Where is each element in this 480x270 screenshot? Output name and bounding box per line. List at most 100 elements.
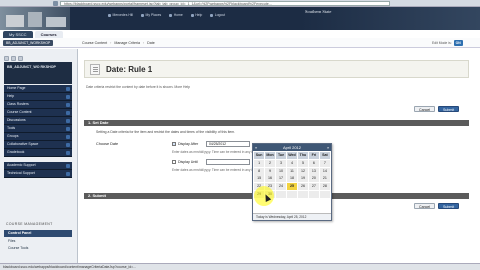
top-links: Mercedes Hill My Places Home Help Logout: [108, 12, 225, 18]
sidebar-item-label: Groups: [7, 134, 19, 138]
chevron-icon: [66, 118, 70, 123]
calendar-day[interactable]: 25: [286, 183, 298, 191]
calendar-day[interactable]: 6: [308, 159, 320, 167]
calendar-empty-cell: [308, 190, 320, 198]
choose-date-label: Choose Date: [96, 142, 119, 146]
calendar-month-label: April 2012: [253, 144, 331, 151]
display-after-date-input[interactable]: 04/25/2012: [206, 141, 250, 147]
calendar-day[interactable]: 13: [308, 167, 320, 175]
sidebar-item-label: Gradebook: [7, 150, 25, 154]
edit-mode-toggle[interactable]: Edit Mode is: ON: [432, 40, 463, 46]
brand-logo: Southern State: [305, 9, 332, 14]
control-panel-item-course-tools[interactable]: Course Tools: [8, 246, 28, 250]
display-until-date-input[interactable]: [206, 159, 250, 165]
cancel-button[interactable]: Cancel: [414, 106, 436, 112]
calendar-today-label[interactable]: Today is Wednesday, April 25, 2012: [253, 213, 331, 220]
sidebar-item-help[interactable]: Help: [4, 93, 72, 101]
tab-my-sscc[interactable]: My SSCC: [3, 31, 33, 38]
breadcrumb-course[interactable]: BB_ADJUNCT_WORKSHOP: [3, 40, 54, 46]
calendar-day-of-week: Mon: [264, 152, 276, 159]
calendar-day[interactable]: 28: [319, 183, 330, 191]
breadcrumb-manage-criteria[interactable]: Manage Criteria: [114, 40, 140, 46]
add-icon[interactable]: [4, 56, 9, 61]
submit-button[interactable]: Submit: [438, 106, 460, 112]
sidebar-item-home-page[interactable]: Home Page: [4, 85, 72, 93]
calendar-day[interactable]: 8: [254, 167, 265, 175]
calendar-day[interactable]: 14: [319, 167, 330, 175]
calendar-empty-cell: [297, 190, 309, 198]
chevron-icon: [66, 110, 70, 115]
breadcrumb-course-content[interactable]: Course Content: [82, 40, 107, 46]
breadcrumb: Course Content › Manage Criteria › Date: [82, 40, 155, 46]
control-panel-header[interactable]: Control Panel: [4, 230, 72, 237]
display-after-label: Display After: [178, 141, 199, 146]
address-bar[interactable]: https://blackboard.sscc.edu/webapps/port…: [60, 1, 390, 6]
submit-button-bottom[interactable]: Submit: [438, 203, 460, 209]
calendar-day-of-week: Wed: [286, 152, 298, 159]
calendar-day[interactable]: 20: [308, 175, 320, 183]
calendar-day[interactable]: 24: [275, 183, 287, 191]
calendar-day[interactable]: 5: [297, 159, 309, 167]
top-link-help[interactable]: Help: [190, 13, 202, 17]
tab-courses[interactable]: Courses: [34, 31, 63, 38]
calendar-day[interactable]: 7: [319, 159, 330, 167]
sidebar-item-tools[interactable]: Tools: [4, 125, 72, 133]
top-link-home[interactable]: Home: [169, 13, 183, 17]
sidebar-item-label: Course Content: [7, 110, 32, 114]
top-link-label: My Places: [145, 13, 162, 17]
course-menu-header[interactable]: BB_ADJUNCT_WO RKSHOP: [4, 62, 72, 84]
chevron-icon: [66, 171, 70, 176]
display-until-checkbox[interactable]: [172, 160, 176, 164]
calendar-day[interactable]: 15: [254, 175, 265, 183]
display-after-checkbox[interactable]: [172, 142, 176, 146]
calendar-day[interactable]: 19: [297, 175, 309, 183]
logout-icon: [210, 13, 214, 17]
calendar-day[interactable]: 1: [254, 159, 265, 167]
screen: https://blackboard.sscc.edu/webapps/port…: [0, 0, 480, 270]
top-link-label: Home: [173, 13, 183, 17]
sidebar-item-collaborative-space[interactable]: Collaborative Space: [4, 141, 72, 149]
calendar-day[interactable]: 11: [286, 167, 298, 175]
control-panel-item-files[interactable]: Files: [8, 239, 15, 243]
top-link-user[interactable]: Mercedes Hill: [108, 13, 133, 17]
sidebar-item-discussions[interactable]: Discussions: [4, 117, 72, 125]
calendar-day[interactable]: 21: [319, 175, 330, 183]
sidebar-item-gradebook[interactable]: Gradebook: [4, 149, 72, 157]
calendar-day[interactable]: 2: [264, 159, 276, 167]
sidebar-item-label: Technical Support: [7, 171, 35, 175]
course-management-label: COURSE MANAGEMENT: [6, 222, 53, 226]
sidebar-item-course-content[interactable]: Course Content: [4, 109, 72, 117]
edit-mode-label: Edit Mode is:: [432, 41, 452, 45]
calendar-day[interactable]: 10: [275, 167, 287, 175]
breadcrumb-bar: [0, 38, 480, 48]
chevron-icon: [66, 150, 70, 155]
sidebar-item-groups[interactable]: Groups: [4, 133, 72, 141]
edit-mode-value: ON: [453, 40, 463, 46]
calendar-day[interactable]: 4: [286, 159, 298, 167]
sidebar-item-academic-support[interactable]: Academic Support: [4, 162, 72, 170]
sidebar-item-technical-support[interactable]: Technical Support: [4, 170, 72, 178]
sidebar-item-label: Tools: [7, 126, 16, 130]
refresh-icon[interactable]: [11, 56, 16, 61]
calendar-day[interactable]: 9: [264, 167, 276, 175]
places-icon: [141, 13, 145, 17]
breadcrumb-separator: ›: [142, 41, 145, 45]
chevron-icon: [66, 126, 70, 131]
calendar-day[interactable]: 18: [286, 175, 298, 183]
previous-month-icon[interactable]: «: [255, 145, 257, 150]
calendar-day[interactable]: 26: [297, 183, 309, 191]
breadcrumb-separator: ›: [110, 41, 112, 45]
calendar-day[interactable]: 3: [275, 159, 287, 167]
top-link-logout[interactable]: Logout: [210, 13, 225, 17]
calendar-day[interactable]: 27: [308, 183, 320, 191]
calendar-day[interactable]: 12: [297, 167, 309, 175]
chevron-icon: [66, 86, 70, 91]
sidebar-tools: [4, 56, 23, 61]
calendar-day[interactable]: 17: [275, 175, 287, 183]
collapse-icon[interactable]: [18, 56, 23, 61]
next-month-icon[interactable]: »: [327, 145, 329, 150]
top-link-my-places[interactable]: My Places: [141, 13, 161, 17]
calendar-day[interactable]: 16: [264, 175, 276, 183]
sidebar-item-class-rosters[interactable]: Class Rosters: [4, 101, 72, 109]
cancel-button-bottom[interactable]: Cancel: [414, 203, 436, 209]
